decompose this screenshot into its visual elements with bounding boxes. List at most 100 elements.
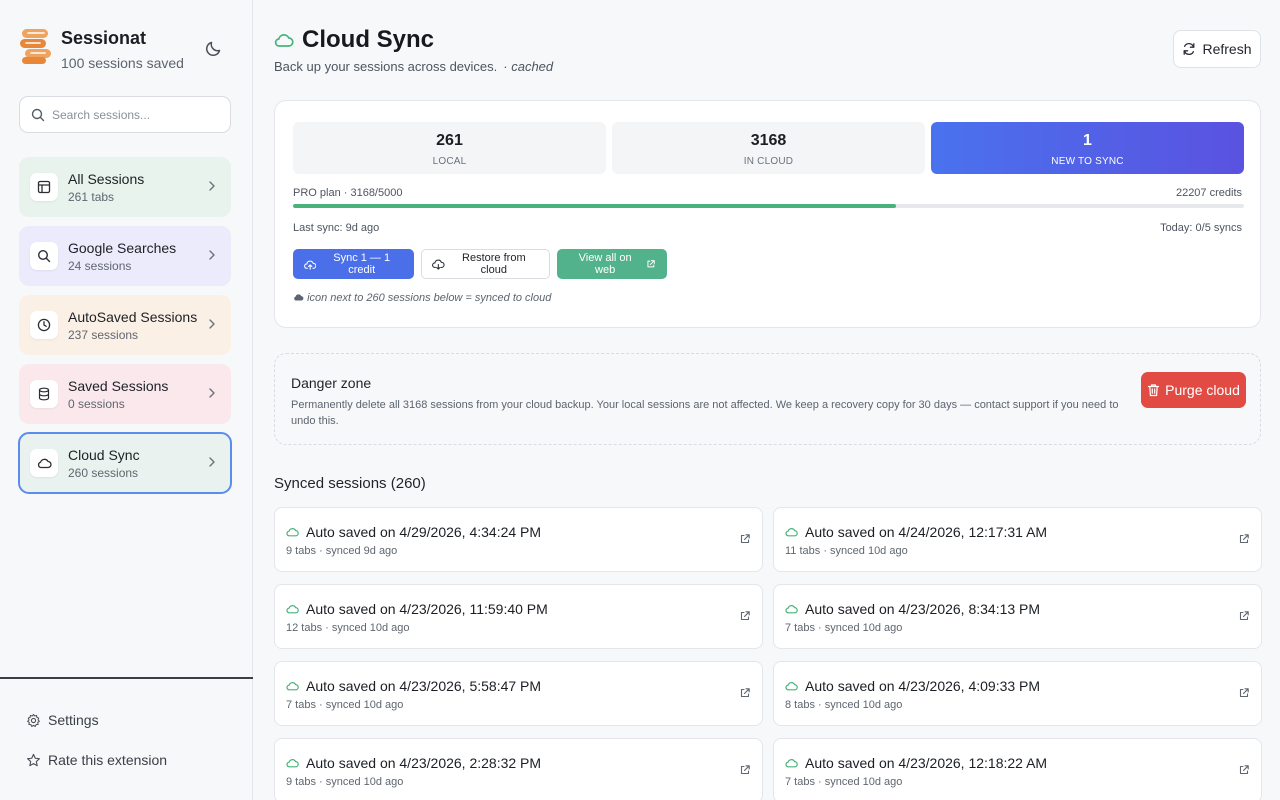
- cloud-upload-icon: [304, 260, 317, 270]
- cloud-icon: [286, 682, 299, 691]
- sync-button[interactable]: Sync 1 — 1 credit: [293, 249, 414, 279]
- sessionat-logo-icon: [20, 29, 51, 64]
- page-subtitle: Back up your sessions across devices. · c…: [274, 59, 553, 74]
- cloud-icon: [785, 528, 798, 537]
- cloud-icon: [785, 682, 798, 691]
- external-link-icon[interactable]: [739, 533, 751, 545]
- session-meta: 9 tabs · synced 10d ago: [286, 776, 404, 788]
- view-all-on-web-button[interactable]: View all on web: [557, 249, 667, 279]
- external-link-icon: [647, 260, 656, 268]
- session-meta: 8 tabs · synced 10d ago: [785, 699, 903, 711]
- search-input[interactable]: [52, 107, 222, 122]
- sidebar-item-google-searches[interactable]: Google Searches 24 sessions: [19, 226, 231, 286]
- gear-icon: [27, 713, 40, 727]
- database-icon: [30, 380, 58, 408]
- refresh-icon: [1184, 42, 1195, 56]
- synced-session-card[interactable]: Auto saved on 4/23/2026, 4:09:33 PM 8 tab…: [773, 661, 1262, 726]
- stat-local: 261 LOCAL: [293, 122, 606, 174]
- cloud-icon: [785, 605, 798, 614]
- sidebar-item-saved-sessions[interactable]: Saved Sessions 0 sessions: [19, 364, 231, 424]
- danger-zone: Danger zone Permanently delete all 3168 …: [274, 353, 1261, 445]
- synced-session-card[interactable]: Auto saved on 4/23/2026, 2:28:32 PM 9 tab…: [274, 738, 763, 800]
- sync-actions: Sync 1 — 1 credit Restore from cloud Vie…: [293, 249, 674, 279]
- session-meta: 11 tabs · synced 10d ago: [785, 545, 908, 557]
- main-content: Cloud Sync Back up your sessions across …: [254, 0, 1280, 800]
- session-title: Auto saved on 4/23/2026, 5:58:47 PM: [306, 678, 542, 694]
- session-title: Auto saved on 4/23/2026, 11:59:40 PM: [306, 601, 548, 617]
- sidebar-item-label: All Sessions: [68, 170, 145, 187]
- session-title: Auto saved on 4/23/2026, 2:28:32 PM: [306, 755, 542, 771]
- synced-session-card[interactable]: Auto saved on 4/23/2026, 11:59:40 PM 12 t…: [274, 584, 763, 649]
- settings-link[interactable]: Settings: [26, 712, 99, 728]
- moon-icon[interactable]: [204, 38, 224, 58]
- session-title-row: Auto saved on 4/23/2026, 5:58:47 PM: [286, 678, 541, 694]
- cloud-icon: [286, 759, 299, 768]
- external-link-icon[interactable]: [1238, 533, 1250, 545]
- external-link-icon[interactable]: [1238, 687, 1250, 699]
- chevron-right-icon: [209, 181, 215, 191]
- rate-extension-link[interactable]: Rate this extension: [26, 752, 167, 768]
- session-title-row: Auto saved on 4/23/2026, 11:59:40 PM: [286, 601, 548, 617]
- stat-label: IN CLOUD: [743, 156, 794, 167]
- restore-button[interactable]: Restore from cloud: [421, 249, 550, 279]
- page-title: Cloud Sync: [302, 26, 435, 53]
- synced-session-card[interactable]: Auto saved on 4/24/2026, 12:17:31 AM 11 t…: [773, 507, 1262, 572]
- external-link-icon[interactable]: [1238, 764, 1250, 776]
- session-title-row: Auto saved on 4/23/2026, 12:18:22 AM: [785, 755, 1047, 771]
- session-title: Auto saved on 4/23/2026, 12:18:22 AM: [805, 755, 1048, 771]
- stat-in-cloud: 3168 IN CLOUD: [612, 122, 925, 174]
- stat-value: 261: [436, 132, 463, 149]
- credits-balance: 22207 credits: [1175, 187, 1242, 199]
- plan-progress-bar: [293, 204, 1244, 208]
- external-link-icon[interactable]: [739, 764, 751, 776]
- session-meta: 12 tabs · synced 10d ago: [286, 622, 410, 634]
- external-link-icon[interactable]: [739, 610, 751, 622]
- brand-name: Sessionat: [61, 28, 147, 48]
- plan-usage: PRO plan · 3168/5000: [293, 187, 403, 199]
- view-web-label: View all on web: [578, 252, 632, 276]
- session-meta: 9 tabs · synced 9d ago: [286, 545, 398, 557]
- stat-value: 1: [1083, 132, 1092, 149]
- sidebar-item-label: Cloud Sync: [68, 446, 140, 463]
- settings-label: Settings: [48, 712, 99, 728]
- sidebar-item-all-sessions[interactable]: All Sessions 261 tabs: [19, 157, 231, 217]
- refresh-button[interactable]: Refresh: [1173, 30, 1261, 68]
- refresh-label: Refresh: [1202, 41, 1252, 57]
- cloud-icon: [30, 449, 58, 477]
- subtitle-text: Back up your sessions across devices.: [274, 59, 498, 74]
- purge-label: Purge cloud: [1165, 382, 1240, 398]
- external-link-icon[interactable]: [739, 687, 751, 699]
- page-header: Cloud Sync: [274, 26, 434, 54]
- cloud-icon: [286, 605, 299, 614]
- synced-session-card[interactable]: Auto saved on 4/23/2026, 12:18:22 AM 7 ta…: [773, 738, 1262, 800]
- stat-label: NEW TO SYNC: [1051, 156, 1124, 167]
- sidebar-item-count: 237 sessions: [68, 327, 139, 342]
- synced-session-card[interactable]: Auto saved on 4/29/2026, 4:34:24 PM 9 tab…: [274, 507, 763, 572]
- brand: Sessionat 100 sessions saved: [18, 26, 184, 71]
- sidebar-item-count: 24 sessions: [68, 258, 132, 273]
- synced-sessions-heading: Synced sessions (260): [274, 475, 426, 492]
- sidebar-item-label: Saved Sessions: [68, 377, 169, 394]
- cloud-icon: [785, 759, 798, 768]
- search-icon: [30, 242, 58, 270]
- chevron-right-icon: [209, 250, 215, 260]
- external-link-icon[interactable]: [1238, 610, 1250, 622]
- synced-session-card[interactable]: Auto saved on 4/23/2026, 8:34:13 PM 7 tab…: [773, 584, 1262, 649]
- clock-icon: [30, 311, 58, 339]
- session-title-row: Auto saved on 4/23/2026, 2:28:32 PM: [286, 755, 541, 771]
- sidebar-item-autosaved-sessions[interactable]: AutoSaved Sessions 237 sessions: [19, 295, 231, 355]
- search-icon: [31, 108, 45, 121]
- cloud-download-icon: [432, 259, 445, 270]
- session-title-row: Auto saved on 4/23/2026, 8:34:13 PM: [785, 601, 1040, 617]
- search-box[interactable]: [19, 96, 231, 133]
- cloud-icon: [294, 294, 304, 301]
- sidebar-item-cloud-sync[interactable]: Cloud Sync 260 sessions: [18, 432, 232, 494]
- session-title-row: Auto saved on 4/29/2026, 4:34:24 PM: [286, 524, 541, 540]
- rate-label: Rate this extension: [48, 752, 168, 768]
- purge-cloud-button[interactable]: Purge cloud: [1141, 372, 1246, 408]
- synced-session-card[interactable]: Auto saved on 4/23/2026, 5:58:47 PM 7 tab…: [274, 661, 763, 726]
- sync-status-card: 261 LOCAL 3168 IN CLOUD 1 NEW TO SYNC PR…: [274, 100, 1261, 328]
- chevron-right-icon: [209, 388, 215, 398]
- cloud-icon: [286, 528, 299, 537]
- sidebar: Sessionat 100 sessions saved All Session…: [0, 0, 253, 800]
